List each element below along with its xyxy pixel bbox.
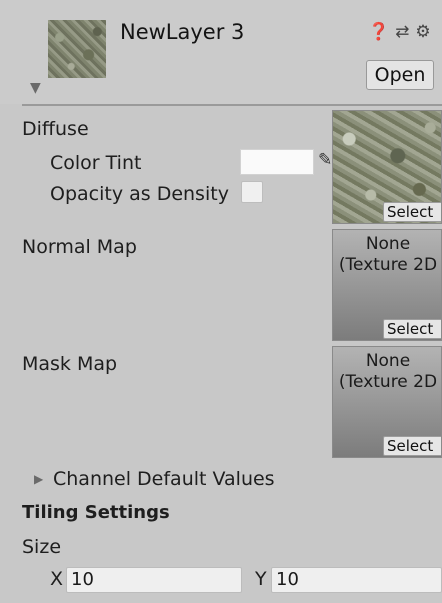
foldout-arrow-icon[interactable]: ▼	[30, 80, 41, 96]
y-label: Y	[255, 568, 267, 590]
normal-map-select-button[interactable]: Select	[383, 319, 441, 339]
diffuse-select-button[interactable]: Select	[383, 202, 441, 222]
normal-map-value: None (Texture 2D	[333, 234, 441, 276]
mask-map-value: None (Texture 2D	[333, 351, 441, 393]
header-divider	[22, 104, 442, 106]
layer-header: ▼ NewLayer 3 ❓⇄⚙ Open	[0, 0, 442, 104]
channel-defaults-foldout[interactable]: Channel Default Values	[53, 468, 275, 490]
mask-map-value-line2: (Texture 2D	[338, 372, 438, 392]
preset-icon[interactable]: ⇄	[395, 22, 415, 42]
normal-map-texture-slot[interactable]: None (Texture 2D Select	[332, 229, 442, 341]
opacity-density-label: Opacity as Density	[50, 183, 229, 205]
size-y-input[interactable]: 10	[271, 567, 442, 593]
opacity-density-checkbox[interactable]	[241, 181, 263, 203]
x-label: X	[50, 568, 64, 590]
header-icons: ❓⇄⚙	[368, 22, 437, 42]
tiling-settings-heading: Tiling Settings	[22, 502, 170, 523]
diffuse-label: Diffuse	[22, 118, 89, 140]
help-icon[interactable]: ❓	[368, 22, 395, 42]
color-tint-field[interactable]	[240, 149, 314, 175]
color-tint-label: Color Tint	[50, 152, 142, 174]
opacity-label-clip: Opacity as Density	[50, 183, 240, 211]
size-x-input[interactable]: 10	[66, 567, 242, 593]
mask-map-label: Mask Map	[22, 353, 118, 375]
normal-map-value-line2: (Texture 2D	[338, 255, 438, 275]
open-button[interactable]: Open	[366, 60, 434, 90]
mask-map-texture-slot[interactable]: None (Texture 2D Select	[332, 346, 442, 458]
layer-name: NewLayer 3	[120, 20, 245, 44]
diffuse-texture-slot[interactable]: Select	[332, 110, 442, 224]
eyedropper-icon[interactable]: ✎	[318, 150, 332, 170]
normal-map-value-line1: None	[365, 234, 411, 254]
settings-icon[interactable]: ⚙	[415, 22, 436, 42]
normal-map-label: Normal Map	[22, 236, 137, 258]
mask-map-select-button[interactable]: Select	[383, 436, 441, 456]
size-label: Size	[22, 536, 62, 558]
channel-defaults-arrow-icon[interactable]: ▶	[34, 472, 43, 486]
layer-thumbnail	[48, 20, 106, 78]
inspector-panel: ▼ NewLayer 3 ❓⇄⚙ Open Diffuse Color Tint…	[0, 0, 442, 603]
mask-map-value-line1: None	[365, 351, 411, 371]
